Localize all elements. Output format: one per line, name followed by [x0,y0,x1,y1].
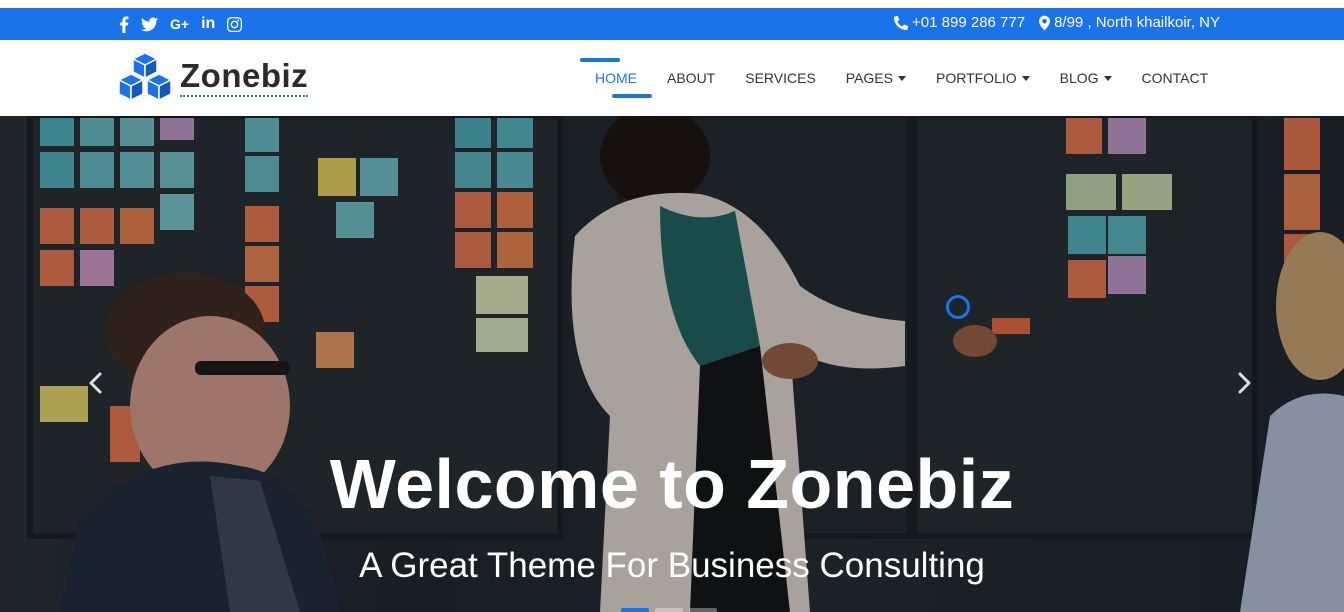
slide-indicator-2[interactable] [655,608,683,612]
nav-home[interactable]: HOME [580,40,652,116]
phone-icon [893,15,909,30]
caret-down-icon [897,75,906,81]
caret-down-icon [1021,75,1030,81]
nav-services[interactable]: SERVICES [730,40,831,116]
google-plus-link[interactable]: G+ [170,14,189,34]
facebook-link[interactable] [119,14,129,34]
nav-blog[interactable]: BLOG [1045,40,1127,116]
address-contact: 8/99 , North khailkoir, NY [1039,14,1220,31]
slider-indicators [621,608,717,612]
slide-indicator-1[interactable] [621,608,649,612]
main-navbar: Zonebiz HOME ABOUT SERVICES PAGES PORTFO… [0,40,1344,116]
nav-blog-label: BLOG [1059,70,1099,86]
nav-contact-label: CONTACT [1141,70,1209,86]
slide-indicator-3[interactable] [689,608,717,612]
phone-contact[interactable]: +01 899 286 777 [893,14,1025,31]
facebook-icon [119,15,129,33]
linkedin-link[interactable]: in [201,14,215,34]
top-strip [0,0,1344,8]
address-text: 8/99 , North khailkoir, NY [1054,14,1220,31]
twitter-link[interactable] [141,14,158,34]
hero-overlay [0,116,1344,612]
slider-prev-arrow[interactable] [88,372,104,394]
google-plus-icon: G+ [170,16,190,32]
linkedin-icon: in [201,15,216,32]
map-marker-icon [1039,15,1051,30]
instagram-icon [227,16,243,32]
hero-title: Welcome to Zonebiz [329,445,1015,523]
nav-portfolio[interactable]: PORTFOLIO [921,40,1045,116]
slider-next-arrow[interactable] [1236,372,1252,394]
main-menu: HOME ABOUT SERVICES PAGES PORTFOLIO BLOG… [580,40,1223,116]
chevron-right-icon [1238,372,1251,394]
phone-number: +01 899 286 777 [912,14,1026,31]
nav-contact[interactable]: CONTACT [1127,40,1224,116]
nav-pages-label: PAGES [845,70,893,86]
contact-info: +01 899 286 777 8/99 , North khailkoir, … [893,14,1220,31]
instagram-link[interactable] [227,14,243,34]
hero-slider: Welcome to Zonebiz A Great Theme For Bus… [0,116,1344,612]
caret-down-icon [1103,75,1112,81]
brand-name: Zonebiz [180,57,309,97]
nav-about[interactable]: ABOUT [652,40,730,116]
nav-home-label: HOME [595,70,637,86]
nav-about-label: ABOUT [667,70,716,86]
twitter-icon [141,16,158,31]
cubes-logo-icon [118,52,172,101]
top-bar: G+ in +01 899 286 777 8/99 , North khail… [0,8,1344,40]
social-links: G+ in [119,14,243,34]
nav-services-label: SERVICES [745,70,816,86]
chevron-left-icon [89,372,102,394]
nav-pages[interactable]: PAGES [831,40,921,116]
hero-subtitle: A Great Theme For Business Consulting [359,546,985,585]
brand-logo[interactable]: Zonebiz [116,52,309,102]
click-indicator [946,295,970,319]
nav-portfolio-label: PORTFOLIO [935,70,1017,86]
